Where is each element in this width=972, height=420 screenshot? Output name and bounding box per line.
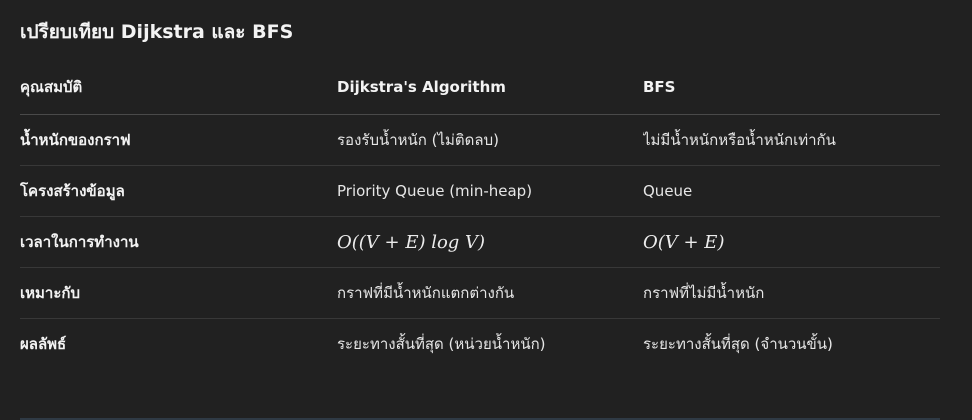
table-row: น้ำหนักของกราฟ รองรับน้ำหนัก (ไม่ติดลบ) …: [20, 114, 940, 166]
table-row: ผลลัพธ์ ระยะทางสั้นที่สุด (หน่วยน้ำหนัก)…: [20, 319, 940, 370]
section-heading: เปรียบเทียบ Dijkstra และ BFS: [20, 21, 294, 43]
bfs-cell: Queue: [643, 165, 940, 217]
header-bfs: BFS: [643, 60, 940, 115]
row-label: เหมาะกับ: [20, 267, 337, 319]
bfs-cell: O(V + E): [643, 216, 940, 268]
row-label: เวลาในการทำงาน: [20, 216, 337, 268]
header-dijkstra: Dijkstra's Algorithm: [337, 60, 643, 115]
dijkstra-cell: Priority Queue (min-heap): [337, 165, 643, 217]
bfs-cell: ไม่มีน้ำหนักหรือน้ำหนักเท่ากัน: [643, 114, 940, 166]
table-row: เหมาะกับ กราฟที่มีน้ำหนักแตกต่างกัน กราฟ…: [20, 267, 940, 319]
header-property: คุณสมบัติ: [20, 60, 337, 115]
row-label: โครงสร้างข้อมูล: [20, 165, 337, 217]
dijkstra-cell: ระยะทางสั้นที่สุด (หน่วยน้ำหนัก): [337, 335, 546, 353]
bfs-cell: กราฟที่ไม่มีน้ำหนัก: [643, 267, 940, 319]
dijkstra-complexity-formula: O((V + E) log V): [337, 231, 486, 253]
table-row: เวลาในการทำงาน O((V + E) log V) O(V + E): [20, 216, 940, 268]
row-label: น้ำหนักของกราฟ: [20, 114, 337, 166]
table-row: โครงสร้างข้อมูล Priority Queue (min-heap…: [20, 165, 940, 217]
dijkstra-cell: รองรับน้ำหนัก (ไม่ติดลบ): [337, 114, 643, 166]
bfs-complexity-formula: O(V + E): [643, 231, 725, 253]
article-content: เปรียบเทียบ Dijkstra และ BFS คุณสมบัติ D…: [20, 14, 940, 369]
table-header-row: คุณสมบัติ Dijkstra's Algorithm BFS: [20, 60, 940, 115]
bfs-cell: ระยะทางสั้นที่สุด (จำนวนขั้น): [643, 335, 833, 353]
dijkstra-cell: O((V + E) log V): [337, 216, 643, 268]
comparison-table: คุณสมบัติ Dijkstra's Algorithm BFS น้ำหน…: [20, 60, 940, 369]
row-label: ผลลัพธ์: [20, 335, 67, 353]
dijkstra-cell: กราฟที่มีน้ำหนักแตกต่างกัน: [337, 267, 643, 319]
